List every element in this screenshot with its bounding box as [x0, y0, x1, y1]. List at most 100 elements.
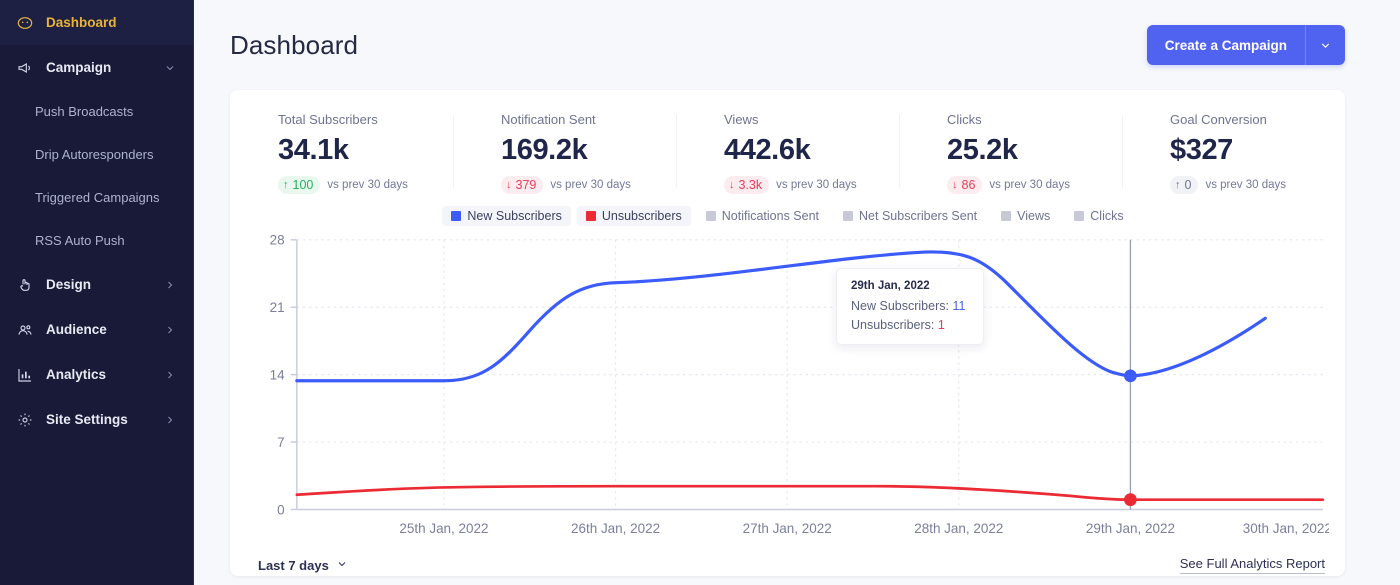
legend-label: New Subscribers	[467, 209, 562, 223]
arrow-down-icon: ↓	[506, 178, 512, 191]
stat-value: 442.6k	[724, 134, 811, 166]
stat-goal-conversion: Goal Conversion $327 ↑ 0 vs prev 30 days	[1122, 112, 1345, 194]
stats-row: Total Subscribers 34.1k ↑ 100 vs prev 30…	[230, 90, 1345, 200]
stat-label: Notification Sent	[501, 112, 596, 127]
stat-note: vs prev 30 days	[327, 179, 408, 191]
hand-pointer-icon	[16, 276, 34, 294]
svg-text:14: 14	[270, 368, 285, 383]
app-root: Dashboard Campaign Push Broadcasts Drip …	[0, 0, 1400, 585]
legend-item-views[interactable]: Views	[992, 206, 1059, 226]
status-badge: ↓ 86	[947, 176, 983, 194]
stat-value: 34.1k	[278, 134, 349, 166]
sidebar-item-push-broadcasts[interactable]: Push Broadcasts	[0, 90, 193, 133]
create-campaign-label: Create a Campaign	[1164, 37, 1287, 53]
see-full-analytics-report-link[interactable]: See Full Analytics Report	[1179, 556, 1325, 575]
gear-icon	[16, 411, 34, 429]
create-campaign-button[interactable]: Create a Campaign	[1146, 25, 1345, 65]
sidebar-item-rss-auto-push[interactable]: RSS Auto Push	[0, 219, 193, 262]
legend-item-new-subscribers[interactable]: New Subscribers	[442, 206, 571, 226]
sidebar-item-campaign[interactable]: Campaign	[0, 45, 193, 90]
svg-text:0: 0	[277, 502, 285, 517]
stat-note: vs prev 30 days	[989, 179, 1070, 191]
legend-swatch-icon	[705, 211, 716, 221]
chart-point-unsubscribers[interactable]	[1124, 493, 1137, 507]
chart-canvas: 28 21 14 7 0 25th Jan, 2022 26th Jan, 20…	[270, 233, 1329, 536]
legend-item-notifications-sent[interactable]: Notifications Sent	[697, 206, 828, 226]
page-title: Dashboard	[230, 29, 359, 60]
chart-tooltip: 29th Jan, 2022 New Subscribers: 11 Unsub…	[836, 268, 984, 345]
stat-views: Views 442.6k ↓ 3.3k vs prev 30 days	[676, 112, 899, 194]
legend-item-clicks[interactable]: Clicks	[1065, 206, 1132, 226]
sidebar-item-analytics[interactable]: Analytics	[0, 352, 193, 397]
stat-note: vs prev 30 days	[550, 179, 631, 191]
arrow-up-icon: ↑	[1175, 178, 1181, 191]
svg-text:21: 21	[270, 300, 285, 315]
megaphone-icon	[16, 59, 34, 77]
date-range-dropdown[interactable]: Last 7 days	[258, 558, 348, 573]
tooltip-label: Unsubscribers:	[851, 318, 935, 332]
stat-footer: ↓ 379 vs prev 30 days	[501, 176, 656, 194]
status-badge: ↓ 379	[501, 176, 544, 194]
legend-label: Notifications Sent	[721, 209, 820, 223]
dashboard-icon	[16, 14, 34, 32]
card-footer: Last 7 days See Full Analytics Report	[230, 555, 1345, 576]
chevron-right-icon[interactable]	[163, 323, 177, 337]
sidebar-item-drip-autoresponders[interactable]: Drip Autoresponders	[0, 133, 193, 176]
series-unsubscribers	[295, 484, 1325, 502]
analytics-chart[interactable]: 28 21 14 7 0 25th Jan, 2022 26th Jan, 20…	[230, 230, 1345, 555]
legend-item-net-subscribers-sent[interactable]: Net Subscribers Sent	[834, 206, 986, 226]
legend-swatch-icon	[1001, 211, 1012, 221]
users-icon	[16, 321, 34, 339]
sidebar-item-site-settings[interactable]: Site Settings	[0, 397, 193, 442]
stat-footer: ↓ 86 vs prev 30 days	[947, 176, 1102, 194]
sidebar-subitem-label: RSS Auto Push	[35, 233, 125, 248]
arrow-down-icon: ↓	[952, 178, 958, 191]
sidebar-item-audience[interactable]: Audience	[0, 307, 193, 352]
stat-note: vs prev 30 days	[1205, 179, 1286, 191]
dashboard-card: Total Subscribers 34.1k ↑ 100 vs prev 30…	[230, 90, 1345, 576]
svg-text:7: 7	[277, 435, 285, 450]
chart-point-new-subscribers[interactable]	[1124, 369, 1137, 383]
svg-text:27th Jan, 2022: 27th Jan, 2022	[743, 521, 832, 536]
stat-label: Views	[724, 112, 759, 127]
legend-item-unsubscribers[interactable]: Unsubscribers	[576, 206, 691, 226]
bar-chart-icon	[16, 366, 34, 384]
chevron-down-icon[interactable]	[163, 61, 177, 75]
chart-y-tick-labels: 28 21 14 7 0	[270, 233, 285, 518]
chart-y-ticks	[290, 239, 297, 511]
tooltip-row-unsubscribers: Unsubscribers: 1	[851, 318, 969, 332]
sidebar-item-triggered-campaigns[interactable]: Triggered Campaigns	[0, 176, 193, 219]
legend-swatch-icon	[1074, 211, 1085, 221]
stat-total-subscribers: Total Subscribers 34.1k ↑ 100 vs prev 30…	[230, 112, 453, 194]
svg-text:25th Jan, 2022: 25th Jan, 2022	[399, 521, 488, 536]
svg-text:30th Jan, 2022: 30th Jan, 2022	[1243, 521, 1329, 536]
stat-delta: 3.3k	[738, 178, 763, 192]
chart-x-tick-labels: 25th Jan, 2022 26th Jan, 2022 27th Jan, …	[399, 521, 1329, 536]
chevron-down-icon[interactable]	[1305, 25, 1345, 65]
chevron-right-icon[interactable]	[163, 368, 177, 382]
sidebar-item-label: Campaign	[46, 60, 112, 75]
sidebar-item-design[interactable]: Design	[0, 262, 193, 307]
sidebar-item-label: Site Settings	[46, 412, 128, 427]
page-header: Dashboard Create a Campaign	[194, 0, 1400, 90]
sidebar-item-label: Dashboard	[46, 15, 117, 30]
legend-label: Views	[1017, 209, 1051, 223]
stat-delta: 100	[292, 178, 314, 192]
chevron-right-icon[interactable]	[163, 278, 177, 292]
stat-label: Clicks	[947, 112, 982, 127]
sidebar: Dashboard Campaign Push Broadcasts Drip …	[0, 0, 194, 585]
sidebar-subitem-label: Drip Autoresponders	[35, 147, 154, 162]
legend-swatch-icon	[585, 211, 596, 221]
status-badge: ↓ 3.3k	[724, 176, 770, 194]
stat-notification-sent: Notification Sent 169.2k ↓ 379 vs prev 3…	[453, 112, 676, 194]
sidebar-item-dashboard[interactable]: Dashboard	[0, 0, 193, 45]
sidebar-subitem-label: Push Broadcasts	[35, 104, 134, 119]
status-badge: ↑ 100	[278, 176, 321, 194]
stat-delta: 379	[515, 178, 537, 192]
chart-gridlines-y	[296, 239, 1323, 443]
sidebar-subitem-label: Triggered Campaigns	[35, 190, 160, 205]
stat-label: Total Subscribers	[278, 112, 378, 127]
chevron-right-icon[interactable]	[163, 413, 177, 427]
sidebar-item-label: Analytics	[46, 367, 107, 382]
main-content: Dashboard Create a Campaign Total Subscr…	[194, 0, 1400, 585]
